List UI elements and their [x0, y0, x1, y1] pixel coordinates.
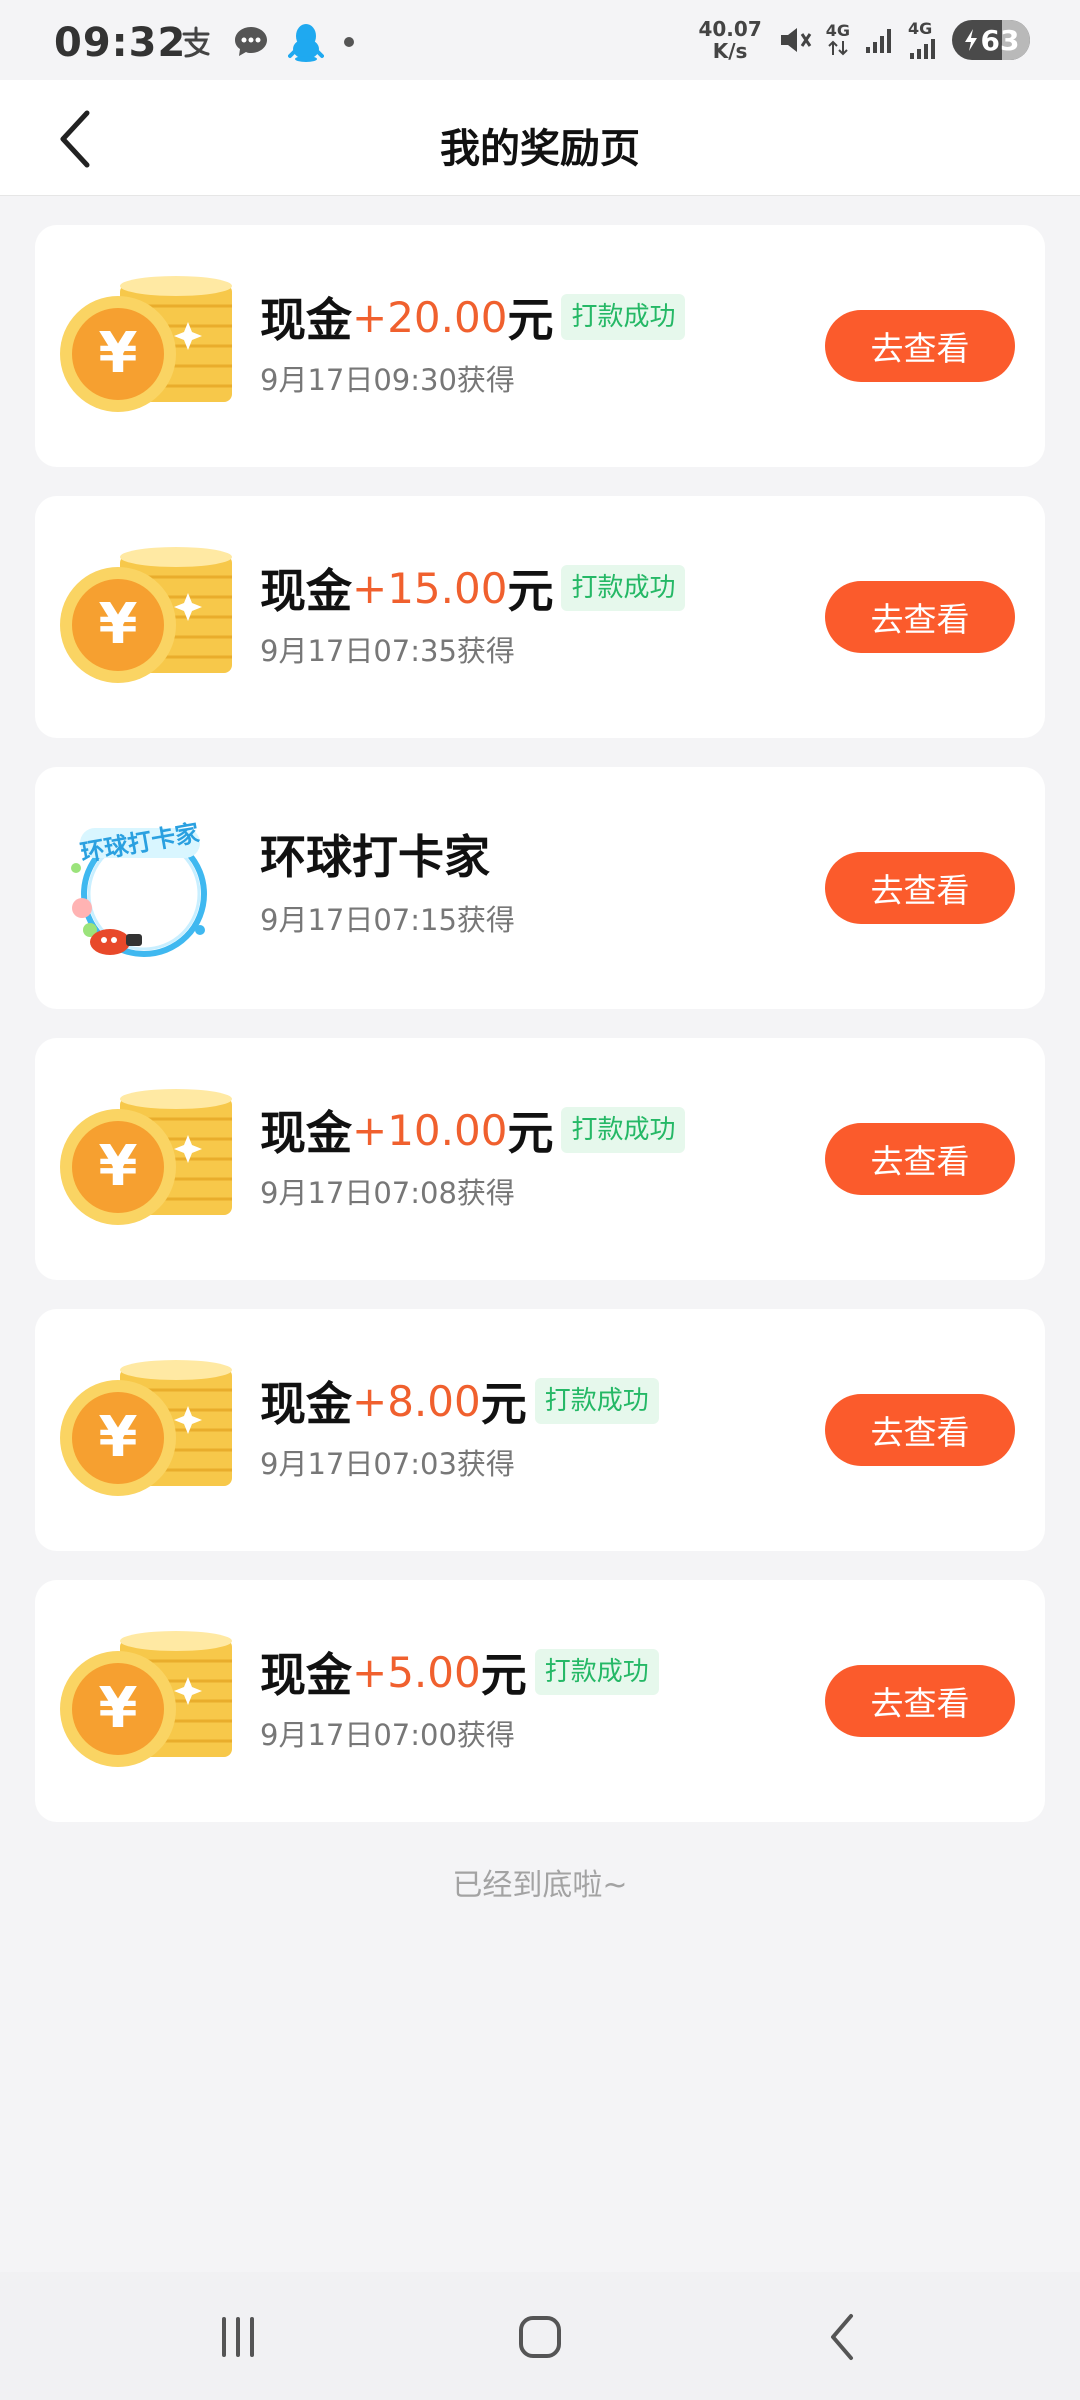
system-nav-bar	[0, 2272, 1080, 2400]
view-button[interactable]: 去查看	[825, 581, 1015, 653]
reward-card: ¥ 现金 +10.00 元 打款成功 9月17日07:08获得 去查看	[35, 1038, 1045, 1280]
reward-info: 现金 +20.00 元 打款成功 9月17日09:30获得	[260, 287, 686, 399]
page-title: 我的奖励页	[440, 126, 640, 172]
back-nav-icon	[831, 2314, 853, 2360]
coin-stack-icon: ¥	[60, 1089, 232, 1225]
mute-icon	[780, 28, 811, 52]
reward-amount: +15.00	[352, 563, 508, 613]
coin-stack-icon: ¥	[60, 276, 232, 412]
reward-time: 9月17日09:30获得	[260, 363, 515, 397]
net-speed-unit: K/s	[712, 39, 748, 63]
reward-unit: 元	[480, 1648, 527, 1702]
battery-indicator: 63	[952, 20, 1030, 60]
net-speed-value: 40.07	[698, 17, 762, 41]
svg-text:¥: ¥	[99, 321, 138, 386]
reward-type: 现金	[260, 1648, 352, 1702]
reward-amount: +5.00	[352, 1647, 481, 1697]
reward-card: ¥ 现金 +5.00 元 打款成功 9月17日07:00获得 去查看	[35, 1580, 1045, 1822]
status-badge: 打款成功	[561, 565, 686, 611]
reward-amount: +20.00	[352, 292, 508, 342]
reward-card: 环球打卡家 环球打卡家 9月17日07:15获得 去查看	[35, 767, 1045, 1009]
network-type-label: 4G	[825, 21, 850, 40]
svg-text:¥: ¥	[99, 592, 138, 657]
reward-info: 现金 +8.00 元 打款成功 9月17日07:03获得	[260, 1371, 659, 1483]
signal-2: 4G	[908, 21, 938, 59]
reward-time: 9月17日07:08获得	[260, 1176, 515, 1210]
view-button[interactable]: 去查看	[825, 1123, 1015, 1195]
qq-icon	[288, 24, 324, 62]
reward-card: ¥ 现金 +15.00 元 打款成功 9月17日07:35获得 去查看	[35, 496, 1045, 738]
reward-unit: 元	[507, 1106, 554, 1160]
svg-text:¥: ¥	[99, 1676, 138, 1741]
svg-text:¥: ¥	[99, 1134, 138, 1199]
reward-info: 环球打卡家 9月17日07:15获得	[260, 827, 515, 939]
status-badge: 打款成功	[534, 1378, 659, 1424]
status-badge: 打款成功	[534, 1649, 659, 1695]
reward-time: 9月17日07:00获得	[260, 1718, 515, 1752]
status-time: 09:32	[54, 20, 187, 66]
reward-list: ¥ 现金 +20.00 元 打款成功 9月17日09:30获得 去查看 ¥ 现金…	[35, 225, 1045, 1851]
status-badge: 打款成功	[561, 294, 686, 340]
message-icon	[235, 27, 267, 56]
reward-amount: +8.00	[352, 1376, 481, 1426]
screen: 09:32 40.07 K/s 4G 4G 63 我的奖励页 ¥ 现金 +20.…	[0, 0, 1080, 2400]
svg-text:环球打卡家: 环球打卡家	[78, 819, 201, 867]
reward-unit: 元	[507, 293, 554, 347]
svg-text:¥: ¥	[99, 1405, 138, 1470]
view-button[interactable]: 去查看	[825, 310, 1015, 382]
data-arrows-icon	[828, 40, 848, 56]
reward-info: 现金 +5.00 元 打款成功 9月17日07:00获得	[260, 1642, 659, 1754]
view-button[interactable]: 去查看	[825, 1665, 1015, 1737]
battery-level: 63	[980, 23, 1020, 57]
charging-icon	[964, 29, 977, 51]
coin-stack-icon: ¥	[60, 547, 232, 683]
notification-icons	[178, 22, 356, 62]
reward-time: 9月17日07:03获得	[260, 1447, 515, 1481]
recent-apps-button[interactable]	[203, 2302, 273, 2372]
reward-card: ¥ 现金 +8.00 元 打款成功 9月17日07:03获得 去查看	[35, 1309, 1045, 1551]
reward-unit: 元	[480, 1377, 527, 1431]
status-badge: 打款成功	[561, 1107, 686, 1153]
end-of-list-text: 已经到底啦~	[452, 1868, 628, 1903]
dot-icon	[344, 37, 354, 47]
coin-stack-icon: ¥	[60, 1631, 232, 1767]
reward-info: 现金 +15.00 元 打款成功 9月17日07:35获得	[260, 558, 686, 670]
status-right: 40.07 K/s 4G 4G 63	[698, 18, 1030, 62]
recent-apps-icon	[222, 2317, 254, 2357]
data-indicator: 4G	[826, 23, 850, 57]
network-type-label-2: 4G	[908, 19, 933, 38]
home-icon	[519, 2316, 561, 2358]
app-header: 我的奖励页	[0, 80, 1080, 196]
reward-unit: 元	[507, 564, 554, 618]
signal-icon	[866, 29, 891, 53]
reward-time: 9月17日07:35获得	[260, 634, 515, 668]
alipay-icon	[182, 26, 210, 58]
coin-stack-icon: ¥	[60, 1360, 232, 1496]
badge-frame-icon: 环球打卡家	[71, 819, 207, 957]
reward-amount: +10.00	[352, 1105, 508, 1155]
reward-type: 现金	[260, 1377, 352, 1431]
status-bar: 09:32 40.07 K/s 4G 4G 63	[0, 0, 1080, 80]
net-speed: 40.07 K/s	[698, 18, 761, 62]
reward-title: 环球打卡家	[260, 830, 490, 884]
reward-type: 现金	[260, 293, 352, 347]
reward-info: 现金 +10.00 元 打款成功 9月17日07:08获得	[260, 1100, 686, 1212]
view-button[interactable]: 去查看	[825, 1394, 1015, 1466]
reward-time: 9月17日07:15获得	[260, 903, 515, 937]
reward-type: 现金	[260, 564, 352, 618]
back-nav-button[interactable]	[808, 2302, 878, 2372]
reward-card: ¥ 现金 +20.00 元 打款成功 9月17日09:30获得 去查看	[35, 225, 1045, 467]
reward-type: 现金	[260, 1106, 352, 1160]
signal-icon-2	[910, 39, 935, 59]
view-button[interactable]: 去查看	[825, 852, 1015, 924]
home-button[interactable]	[505, 2302, 575, 2372]
